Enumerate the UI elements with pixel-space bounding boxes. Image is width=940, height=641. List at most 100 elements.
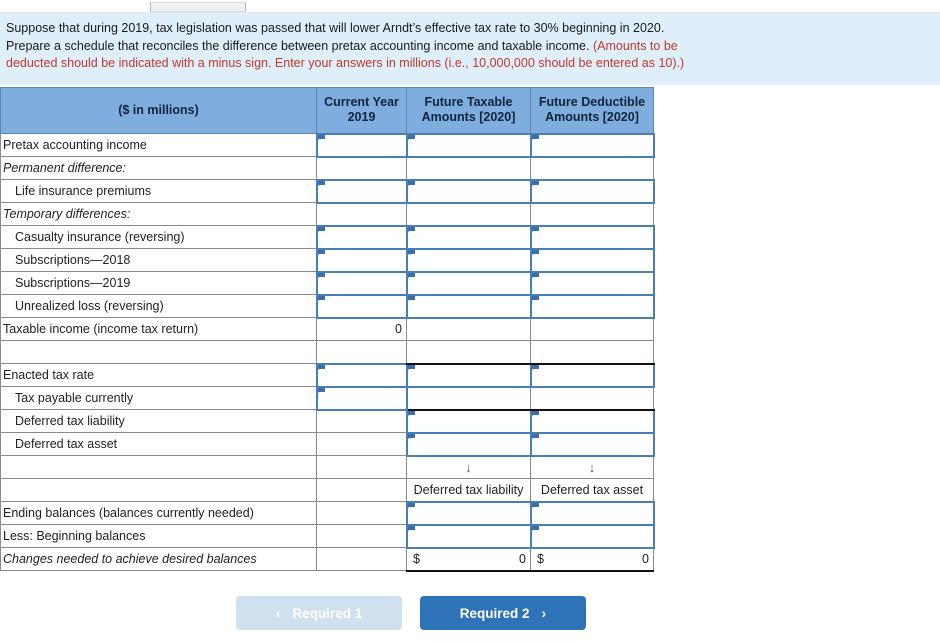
table-row-life-insurance-premiums: Life insurance premiums	[0, 178, 655, 204]
requirement-navigation: ‹ Required 1 Required 2 ›	[236, 596, 586, 630]
cell-empty	[316, 455, 407, 479]
table-row-tax-payable-currently: Tax payable currently	[0, 385, 654, 411]
cell-empty	[530, 385, 654, 411]
input-subs2018-current-year[interactable]	[315, 247, 408, 273]
row-label: Less: Beginning balances	[0, 524, 317, 548]
input-deferred-asset-future-deductible[interactable]	[529, 431, 655, 457]
cell-empty	[0, 340, 317, 364]
arrow-glyph: ↓	[465, 459, 472, 475]
input-tax-rate-future-taxable[interactable]	[405, 362, 532, 388]
input-beginning-balances-liability[interactable]	[405, 523, 532, 549]
question-instructions: Suppose that during 2019, tax legislatio…	[0, 13, 940, 85]
arrow-glyph: ↓	[588, 459, 596, 475]
row-label: Deferred tax liability	[0, 409, 317, 433]
table-row-permanent-difference: Permanent difference:	[0, 156, 654, 180]
down-arrow-icon-asset: ↓	[530, 455, 654, 479]
input-subs2019-current-year[interactable]	[315, 270, 408, 296]
scrollbar-track[interactable]	[62, 1, 940, 12]
table-header-row: ($ in millions) Current Year 2019 Future…	[0, 87, 654, 134]
input-ending-balances-liability[interactable]	[405, 500, 532, 526]
tax-reconciliation-worksheet: ($ in millions) Current Year 2019 Future…	[0, 87, 655, 572]
cell-empty	[316, 156, 407, 180]
cell-empty	[316, 501, 407, 525]
table-row-temporary-differences: Temporary differences:	[0, 202, 654, 226]
value-changes-asset: $ 0	[530, 546, 654, 572]
input-tax-payable-current-year[interactable]	[315, 385, 408, 411]
input-casualty-future-deductible[interactable]	[529, 224, 655, 250]
table-row-unrealized-loss: Unrealized loss (reversing)	[0, 293, 655, 319]
instruction-line-2: Prepare a schedule that reconciles the d…	[6, 38, 590, 53]
value-taxable-income-current-year: 0	[316, 316, 407, 341]
table-row-casualty-insurance: Casualty insurance (reversing)	[0, 224, 655, 250]
header-line-2: 2019	[347, 110, 376, 125]
table-row-subscriptions-2018: Subscriptions—2018	[0, 247, 655, 273]
input-beginning-balances-asset[interactable]	[529, 523, 655, 549]
instruction-note-end: deducted should be indicated with a minu…	[6, 56, 685, 70]
value-changes-liability: $ 0	[406, 546, 531, 572]
row-label: Subscriptions—2019	[0, 271, 317, 295]
input-deferred-liability-future-deductible[interactable]	[529, 408, 655, 434]
cell-empty	[0, 478, 317, 502]
required-1-button[interactable]: ‹ Required 1	[236, 596, 402, 630]
column-header-future-taxable: Future Taxable Amounts [2020]	[406, 87, 531, 134]
cell-empty	[406, 202, 531, 226]
input-pretax-future-deductible[interactable]	[529, 132, 655, 158]
input-tax-rate-future-deductible[interactable]	[529, 362, 655, 388]
row-label: Changes needed to achieve desired balanc…	[0, 547, 317, 571]
header-line-1: Current Year	[324, 95, 399, 110]
input-unrealized-current-year[interactable]	[315, 293, 408, 319]
row-label: Subscriptions—2018	[0, 248, 317, 272]
table-row-changes-needed: Changes needed to achieve desired balanc…	[0, 546, 654, 572]
horizontal-scrollbar[interactable]	[0, 0, 940, 13]
input-life-insurance-future-deductible[interactable]	[529, 178, 655, 204]
cell-empty	[316, 547, 407, 571]
input-life-insurance-current-year[interactable]	[315, 178, 408, 204]
table-row-deferred-tax-asset: Deferred tax asset	[0, 431, 655, 457]
table-row-less-beginning-balances: Less: Beginning balances	[0, 523, 655, 549]
cell-empty	[316, 409, 407, 433]
scrollbar-thumb[interactable]	[150, 2, 246, 12]
input-casualty-current-year[interactable]	[315, 224, 408, 250]
table-row-ending-balances: Ending balances (balances currently need…	[0, 500, 655, 526]
input-tax-rate-current-year[interactable]	[315, 362, 408, 388]
chevron-right-icon: ›	[541, 605, 547, 621]
row-label: Deferred tax asset	[0, 432, 317, 456]
row-label: Life insurance premiums	[0, 179, 317, 203]
cell-empty	[0, 455, 317, 479]
subheader-deferred-tax-liability: Deferred tax liability	[406, 478, 531, 502]
input-deferred-asset-future-taxable[interactable]	[405, 431, 532, 457]
cell-empty	[530, 340, 654, 365]
table-row-deferred-tax-liability: Deferred tax liability	[0, 408, 655, 434]
input-deferred-liability-future-taxable[interactable]	[405, 408, 532, 434]
cell-empty	[530, 156, 654, 180]
table-row-pretax-accounting-income: Pretax accounting income	[0, 132, 655, 158]
input-subs2018-future-taxable[interactable]	[405, 247, 532, 273]
input-subs2019-future-deductible[interactable]	[529, 270, 655, 296]
input-unrealized-future-taxable[interactable]	[405, 293, 532, 319]
cell-empty	[406, 156, 531, 180]
chevron-left-icon: ‹	[275, 605, 281, 621]
amount: 0	[642, 552, 649, 566]
row-label: Enacted tax rate	[0, 363, 317, 387]
table-row-subheaders: Deferred tax liability Deferred tax asse…	[0, 478, 654, 502]
row-label: Ending balances (balances currently need…	[0, 501, 317, 525]
required-2-button[interactable]: Required 2 ›	[420, 596, 586, 630]
cell-empty	[316, 478, 407, 502]
input-life-insurance-future-taxable[interactable]	[405, 178, 532, 204]
input-pretax-current-year[interactable]	[315, 132, 408, 158]
input-casualty-future-taxable[interactable]	[405, 224, 532, 250]
cell-empty	[316, 524, 407, 548]
input-subs2018-future-deductible[interactable]	[529, 247, 655, 273]
table-row-taxable-income: Taxable income (income tax return) 0	[0, 316, 654, 341]
input-ending-balances-asset[interactable]	[529, 500, 655, 526]
instruction-line-1: Suppose that during 2019, tax legislatio…	[6, 21, 665, 35]
header-line-2: Amounts [2020]	[545, 110, 639, 125]
required-1-label: Required 1	[292, 605, 363, 621]
cell-empty	[316, 202, 407, 226]
input-subs2019-future-taxable[interactable]	[405, 270, 532, 296]
column-header-units: ($ in millions)	[0, 87, 317, 134]
input-pretax-future-taxable[interactable]	[405, 132, 532, 158]
input-unrealized-future-deductible[interactable]	[529, 293, 655, 319]
header-line-2: Amounts [2020]	[421, 110, 516, 125]
header-line-1: Future Taxable	[424, 95, 513, 110]
